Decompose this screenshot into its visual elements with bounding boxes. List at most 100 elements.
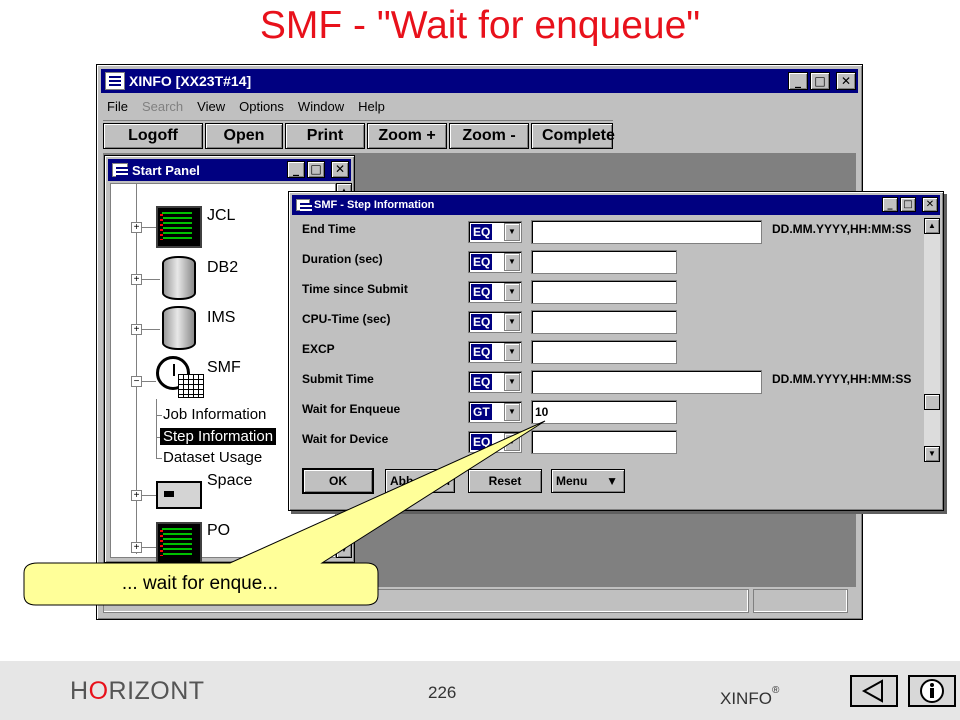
expand-jcl[interactable]: +: [131, 222, 142, 233]
dialog-icon: [296, 199, 312, 213]
menu-help[interactable]: Help: [358, 99, 385, 114]
operator-cpu-time[interactable]: EQ ▼: [468, 311, 522, 333]
dropdown-arrow-icon[interactable]: ▼: [504, 253, 520, 271]
dialog-minimize-button[interactable]: _: [882, 197, 898, 212]
info-nav-button[interactable]: [908, 675, 956, 707]
maximize-button[interactable]: □: [810, 72, 830, 90]
po-terminal-icon[interactable]: [156, 522, 202, 562]
abbrechen-button[interactable]: Abb n: [385, 469, 455, 493]
tree-item-step-information[interactable]: Step Information: [160, 428, 277, 445]
tree-item-ims[interactable]: IMS: [207, 309, 235, 327]
panel-maximize-button[interactable]: □: [307, 161, 325, 178]
back-nav-button[interactable]: [850, 675, 898, 707]
input-excp[interactable]: [531, 340, 677, 364]
dropdown-arrow-icon[interactable]: ▼: [504, 403, 520, 421]
status-indicator: [753, 589, 848, 613]
print-button[interactable]: Print: [285, 123, 365, 149]
dropdown-arrow-icon[interactable]: ▼: [504, 223, 520, 241]
input-duration[interactable]: [531, 250, 677, 274]
open-button[interactable]: Open: [205, 123, 283, 149]
tree-item-dataset-usage[interactable]: Dataset Usage: [163, 449, 262, 466]
page-number: 226: [428, 683, 457, 702]
menu-view[interactable]: View: [197, 99, 225, 114]
space-device-icon[interactable]: [156, 481, 202, 509]
menu-search[interactable]: Search: [142, 99, 183, 114]
input-time-since-submit[interactable]: [531, 280, 677, 304]
tree-item-jcl[interactable]: JCL: [207, 207, 235, 225]
operator-duration[interactable]: EQ ▼: [468, 251, 522, 273]
ok-button[interactable]: OK: [303, 469, 373, 493]
hint-end-time: DD.MM.YYYY,HH:MM:SS: [772, 222, 912, 236]
dropdown-arrow-icon[interactable]: ▼: [504, 373, 520, 391]
operator-time-since-submit[interactable]: EQ ▼: [468, 281, 522, 303]
label-wait-for-device: Wait for Device: [302, 432, 389, 446]
dialog-scroll-thumb[interactable]: [924, 394, 940, 410]
start-panel-titlebar[interactable]: Start Panel _ □ ✕: [108, 159, 351, 181]
label-time-since-submit: Time since Submit: [302, 282, 408, 296]
input-wait-for-enqueue[interactable]: [531, 400, 677, 424]
operator-wait-for-device[interactable]: EQ ▼: [468, 431, 522, 453]
dialog-scrollbar[interactable]: ▲ ▼: [924, 218, 940, 462]
main-window-title: XINFO [XX23T#14]: [129, 73, 252, 89]
complete-button[interactable]: Complete: [531, 123, 615, 149]
expand-db2[interactable]: +: [131, 274, 142, 285]
minimize-button[interactable]: _: [788, 72, 808, 90]
expand-po[interactable]: +: [131, 542, 142, 553]
dropdown-arrow-icon[interactable]: ▼: [504, 433, 520, 451]
dialog-scroll-down[interactable]: ▼: [924, 446, 940, 462]
dialog-maximize-button[interactable]: □: [900, 197, 916, 212]
dialog-close-button[interactable]: ✕: [922, 197, 938, 212]
callout-text: ... wait for enque...: [121, 573, 279, 594]
panel-minimize-button[interactable]: _: [287, 161, 305, 178]
jcl-terminal-icon[interactable]: [156, 206, 202, 248]
menu-options[interactable]: Options: [239, 99, 284, 114]
ims-database-icon[interactable]: [162, 306, 196, 350]
input-end-time[interactable]: [531, 220, 762, 244]
reset-button[interactable]: Reset: [468, 469, 542, 493]
zoom-out-button[interactable]: Zoom -: [449, 123, 529, 149]
expand-ims[interactable]: +: [131, 324, 142, 335]
operator-wait-for-enqueue[interactable]: GT ▼: [468, 401, 522, 423]
label-submit-time: Submit Time: [302, 372, 374, 386]
smf-grid-icon: [178, 374, 204, 398]
label-wait-for-enqueue: Wait for Enqueue: [302, 402, 401, 416]
collapse-smf[interactable]: −: [131, 376, 142, 387]
panel-close-button[interactable]: ✕: [331, 161, 349, 178]
expand-space[interactable]: +: [131, 490, 142, 501]
tree-item-po[interactable]: PO: [207, 522, 230, 540]
tree-item-db2[interactable]: DB2: [207, 259, 238, 277]
main-titlebar[interactable]: XINFO [XX23T#14] _ □ ✕: [101, 69, 858, 93]
db2-database-icon[interactable]: [162, 256, 196, 300]
menubar: File Search View Options Window Help: [103, 95, 856, 117]
logoff-button[interactable]: Logoff: [103, 123, 203, 149]
menu-dropdown-button[interactable]: Menu ▼: [551, 469, 625, 493]
operator-end-time[interactable]: EQ ▼: [468, 221, 522, 243]
input-cpu-time[interactable]: [531, 310, 677, 334]
slide-footer: HORIZONT 226 XINFO®: [0, 661, 960, 720]
label-excp: EXCP: [302, 342, 335, 356]
dropdown-arrow-icon[interactable]: ▼: [504, 343, 520, 361]
zoom-in-button[interactable]: Zoom +: [367, 123, 447, 149]
dropdown-arrow-icon[interactable]: ▼: [504, 313, 520, 331]
panel-icon: [112, 163, 128, 177]
tree-item-smf[interactable]: SMF: [207, 359, 241, 377]
tree-item-job-information[interactable]: Job Information: [163, 406, 266, 423]
panel-scroll-down[interactable]: ▼: [336, 542, 352, 558]
dialog-scroll-up[interactable]: ▲: [924, 218, 940, 234]
tree-item-space[interactable]: Space: [207, 472, 252, 490]
label-end-time: End Time: [302, 222, 356, 236]
input-wait-for-device[interactable]: [531, 430, 677, 454]
dialog-titlebar[interactable]: SMF - Step Information _ □ ✕: [292, 195, 940, 215]
label-duration: Duration (sec): [302, 252, 383, 266]
menu-file[interactable]: File: [107, 99, 128, 114]
close-button[interactable]: ✕: [836, 72, 856, 90]
horizont-logo: HORIZONT: [70, 677, 205, 705]
hint-submit-time: DD.MM.YYYY,HH:MM:SS: [772, 372, 912, 386]
menu-window[interactable]: Window: [298, 99, 344, 114]
menu-arrow-icon: ▼: [606, 474, 618, 488]
input-submit-time[interactable]: [531, 370, 762, 394]
operator-excp[interactable]: EQ ▼: [468, 341, 522, 363]
operator-submit-time[interactable]: EQ ▼: [468, 371, 522, 393]
dropdown-arrow-icon[interactable]: ▼: [504, 283, 520, 301]
toolbar: Logoff Open Print Zoom + Zoom - Complete: [103, 120, 615, 150]
